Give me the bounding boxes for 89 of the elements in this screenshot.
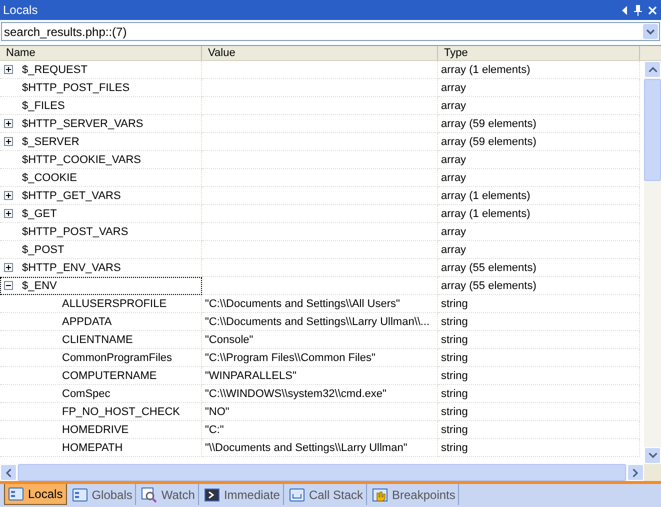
table-cell: array <box>438 97 640 115</box>
expand-icon[interactable] <box>4 209 13 218</box>
variable-name[interactable]: $_ENV <box>22 276 57 294</box>
expand-icon[interactable] <box>4 263 13 272</box>
table-cell: array (1 elements) <box>438 187 640 205</box>
vertical-scrollbar[interactable] <box>644 61 661 464</box>
variable-name[interactable]: $HTTP_COOKIE_VARS <box>22 150 141 168</box>
column-header[interactable]: Type <box>438 46 640 60</box>
variable-name[interactable]: $HTTP_POST_VARS <box>22 222 128 240</box>
table-cell: "C:\\Program Files\\Common Files" <box>202 349 438 367</box>
table-cell: "WINPARALLELS" <box>202 367 438 385</box>
scroll-down-button[interactable] <box>644 447 661 464</box>
scrollbar-corner <box>644 464 661 481</box>
panel-tab[interactable]: Breakpoints <box>369 484 460 505</box>
table-cell: array (55 elements) <box>438 259 640 277</box>
variable-name[interactable]: $HTTP_SERVER_VARS <box>22 114 144 132</box>
variable-name[interactable]: ComSpec <box>62 384 110 402</box>
variable-name[interactable]: $HTTP_GET_VARS <box>22 186 121 204</box>
variable-name[interactable]: $_SERVER <box>22 132 80 150</box>
table-cell: array <box>438 169 640 187</box>
close-icon[interactable] <box>648 6 657 14</box>
table-cell: array (1 elements) <box>438 205 640 223</box>
window-icon <box>288 486 305 502</box>
expand-icon[interactable] <box>4 137 13 146</box>
pin-icon[interactable] <box>634 4 642 16</box>
variable-name[interactable]: CLIENTNAME <box>62 330 133 348</box>
variable-name[interactable]: ALLUSERSPROFILE <box>62 294 167 312</box>
magnifier-icon <box>141 486 158 502</box>
prompt-icon <box>204 486 220 502</box>
table-cell: array (55 elements) <box>438 277 640 295</box>
table-cell: array (1 elements) <box>438 61 640 79</box>
table-cell: "C:\\Documents and Settings\\All Users" <box>202 295 438 313</box>
table-cell: string <box>438 349 640 367</box>
table-cell: "Console" <box>202 331 438 349</box>
variable-name[interactable]: $_GET <box>22 204 57 222</box>
variable-name[interactable]: $_FILES <box>22 96 65 114</box>
collapse-icon[interactable] <box>4 281 13 290</box>
column-header[interactable]: Name <box>0 46 202 60</box>
table-cell: string <box>438 385 640 403</box>
scroll-thumb[interactable] <box>644 79 661 181</box>
table-cell: array <box>438 241 640 259</box>
column-header[interactable]: Value <box>202 46 438 60</box>
hand-icon <box>372 486 388 502</box>
variable-name[interactable]: CommonProgramFiles <box>62 348 172 366</box>
expand-icon[interactable] <box>4 119 13 128</box>
panel-icon <box>72 486 88 502</box>
dropdown-value: search_results.php::(7) <box>3 24 128 40</box>
panel-tab[interactable]: Immediate <box>200 484 284 505</box>
scroll-right-button[interactable] <box>627 464 644 481</box>
arrow-icon[interactable] <box>622 6 628 14</box>
panel-tab[interactable]: Globals <box>68 484 136 505</box>
table-cell: string <box>438 313 640 331</box>
table-cell: "C:\\WINDOWS\\system32\\cmd.exe" <box>202 385 438 403</box>
table-cell: string <box>438 331 640 349</box>
panel-tab[interactable]: Locals <box>4 484 67 505</box>
table-cell: "\\Documents and Settings\\Larry Ullman" <box>202 439 438 457</box>
table-cell: array <box>438 151 640 169</box>
variable-name[interactable]: $HTTP_POST_FILES <box>22 78 130 96</box>
expand-icon[interactable] <box>4 191 13 200</box>
table-cell: string <box>438 421 640 439</box>
table-cell: "C:" <box>202 421 438 439</box>
variable-name[interactable]: COMPUTERNAME <box>62 366 157 384</box>
table-cell: "NO" <box>202 403 438 421</box>
variable-name[interactable]: HOMEDRIVE <box>62 420 129 438</box>
variable-name[interactable]: FP_NO_HOST_CHECK <box>62 402 180 420</box>
variable-name[interactable]: $_POST <box>22 240 64 258</box>
table-cell: string <box>438 439 640 457</box>
table-cell: string <box>438 367 640 385</box>
scroll-up-button[interactable] <box>644 61 661 78</box>
window-title: Locals <box>3 2 39 19</box>
variable-name[interactable]: APPDATA <box>62 312 112 330</box>
table-cell: array <box>438 79 640 97</box>
selected-row-cell[interactable]: $_ENV <box>0 277 202 295</box>
table-cell: array (59 elements) <box>438 115 640 133</box>
variable-name[interactable]: $_REQUEST <box>22 61 88 78</box>
variable-name[interactable]: $_COOKIE <box>22 168 78 186</box>
variable-name[interactable]: $HTTP_ENV_VARS <box>22 258 121 276</box>
table-cell: string <box>438 403 640 421</box>
table-cell: array (59 elements) <box>438 133 640 151</box>
expand-icon[interactable] <box>4 65 13 74</box>
table-cell: "C:\\Documents and Settings\\Larry Ullman\\... <box>202 313 438 331</box>
variable-name[interactable]: HOMEPATH <box>62 438 123 456</box>
table-cell: string <box>438 295 640 313</box>
table-cell: array <box>438 223 640 241</box>
panel-tab[interactable]: Watch <box>138 484 199 505</box>
panel-tab[interactable]: Call Stack <box>286 484 367 505</box>
panel-icon <box>8 486 24 502</box>
context-dropdown[interactable]: search_results.php::(7) <box>1 22 660 41</box>
scroll-left-button[interactable] <box>0 464 17 481</box>
